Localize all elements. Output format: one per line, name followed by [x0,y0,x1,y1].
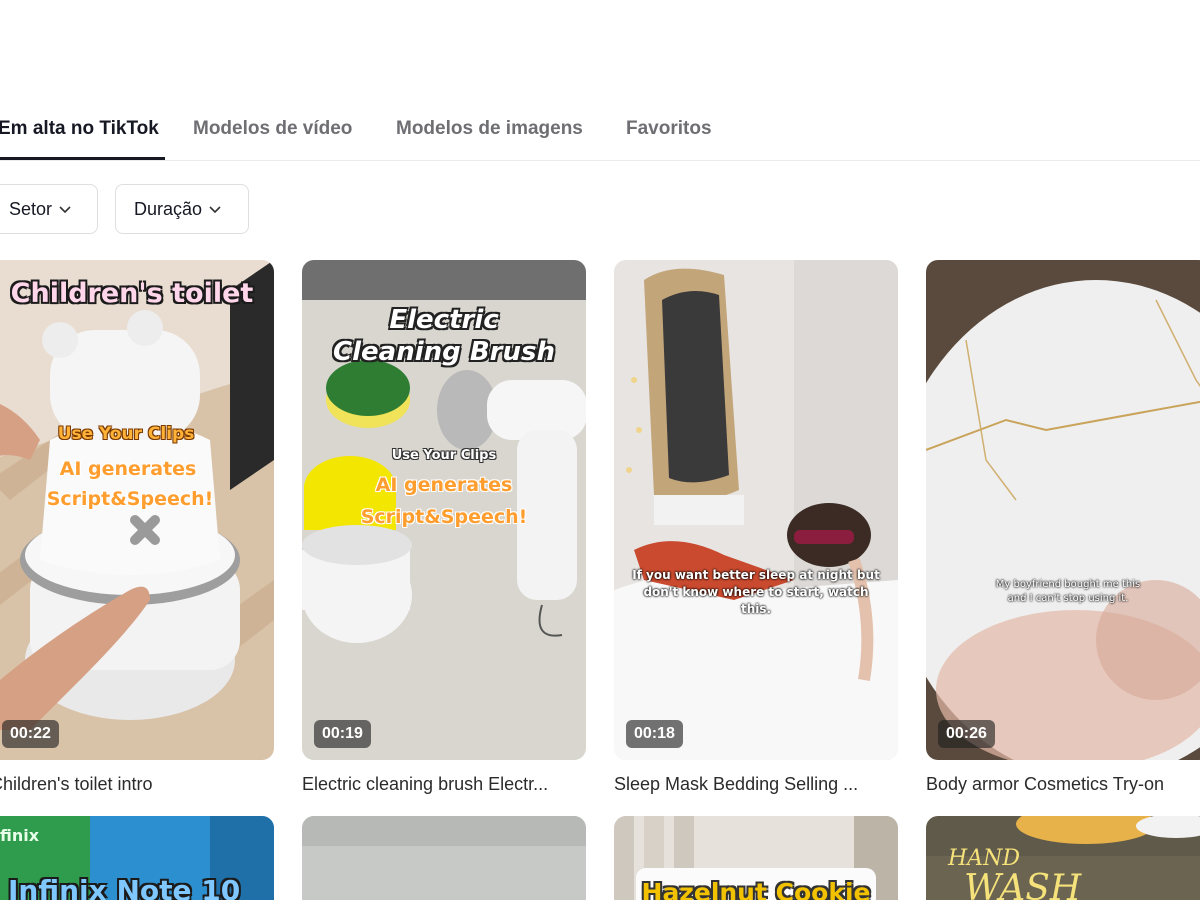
duration-badge: 00:18 [626,720,683,748]
thumbnail-subtext: Script&Speech! [360,506,528,528]
thumbnail-caption: If you want better sleep at night but do… [632,568,880,616]
thumbnail-subtext: Use Your Clips [391,448,497,463]
template-thumbnail: HAND WASH [926,816,1200,900]
template-thumbnail: Hazelnut Cookie [614,816,898,900]
template-card[interactable]: Hazelnut Cookie [614,816,898,900]
thumbnail-image [926,260,1200,760]
thumbnail-brand: finix [0,826,40,845]
tab-bar: Em alta no TikTok Modelos de vídeo Model… [0,100,1200,161]
template-thumbnail: Electric Cleaning Brush Use Your Clips A… [302,260,586,760]
tab-video-templates[interactable]: Modelos de vídeo [193,118,352,140]
thumbnail-image [0,260,274,760]
template-thumbnail: If you want better sleep at night but do… [614,260,898,760]
thumbnail-image [614,260,898,760]
template-card[interactable] [302,816,586,900]
template-thumbnail [302,816,586,900]
thumbnail-subtext: AI generates [59,458,197,480]
duration-filter-dropdown[interactable]: Duração [115,184,249,234]
template-card[interactable]: Electric Cleaning Brush Use Your Clips A… [302,260,586,800]
sector-filter-dropdown[interactable]: Setor [0,184,98,234]
thumbnail-headline: Electric [389,305,499,335]
thumbnail-image [302,816,586,900]
template-card[interactable]: Children's toilet Use Your Clips AI gene… [0,260,274,800]
active-tab-indicator [0,157,165,160]
tab-image-templates[interactable]: Modelos de imagens [396,118,583,140]
template-title: Sleep Mask Bedding Selling ... [614,774,859,794]
template-card[interactable]: My boyfriend bought me this and I can't … [926,260,1200,800]
thumbnail-caption: My boyfriend bought me this and I can't … [995,579,1141,604]
sector-filter-label: Setor [9,198,53,219]
template-thumbnail: Children's toilet Use Your Clips AI gene… [0,260,274,760]
tab-favorites[interactable]: Favoritos [626,118,712,140]
duration-filter-label: Duração [134,198,203,219]
thumbnail-headline: Infinix Note 10 [8,874,241,900]
template-card[interactable]: finix Infinix Note 10 [0,816,274,900]
chevron-down-icon [59,206,71,214]
thumbnail-headline: Hazelnut Cookie [641,878,871,900]
thumbnail-headline: Children's toilet [10,278,254,309]
duration-badge: 00:26 [938,720,995,748]
templates-page: Em alta no TikTok Modelos de vídeo Model… [0,0,1200,900]
template-title: Body armor Cosmetics Try-on [926,774,1165,794]
thumbnail-headline: WASH [964,868,1082,900]
thumbnail-subtext: Script&Speech! [46,488,214,510]
template-thumbnail: finix Infinix Note 10 [0,816,274,900]
thumbnail-headline: Cleaning Brush [333,337,555,367]
duration-badge: 00:19 [314,720,371,748]
template-card[interactable]: If you want better sleep at night but do… [614,260,898,800]
template-title: Children's toilet intro [0,774,153,794]
template-thumbnail: My boyfriend bought me this and I can't … [926,260,1200,760]
thumbnail-subtext: AI generates [375,474,513,496]
template-title: Electric cleaning brush Electr... [302,774,549,794]
chevron-down-icon [209,206,221,214]
thumbnail-subtext: Use Your Clips [57,424,195,444]
template-card[interactable]: HAND WASH [926,816,1200,900]
duration-badge: 00:22 [2,720,59,748]
tab-trending-tiktok[interactable]: Em alta no TikTok [0,118,159,140]
